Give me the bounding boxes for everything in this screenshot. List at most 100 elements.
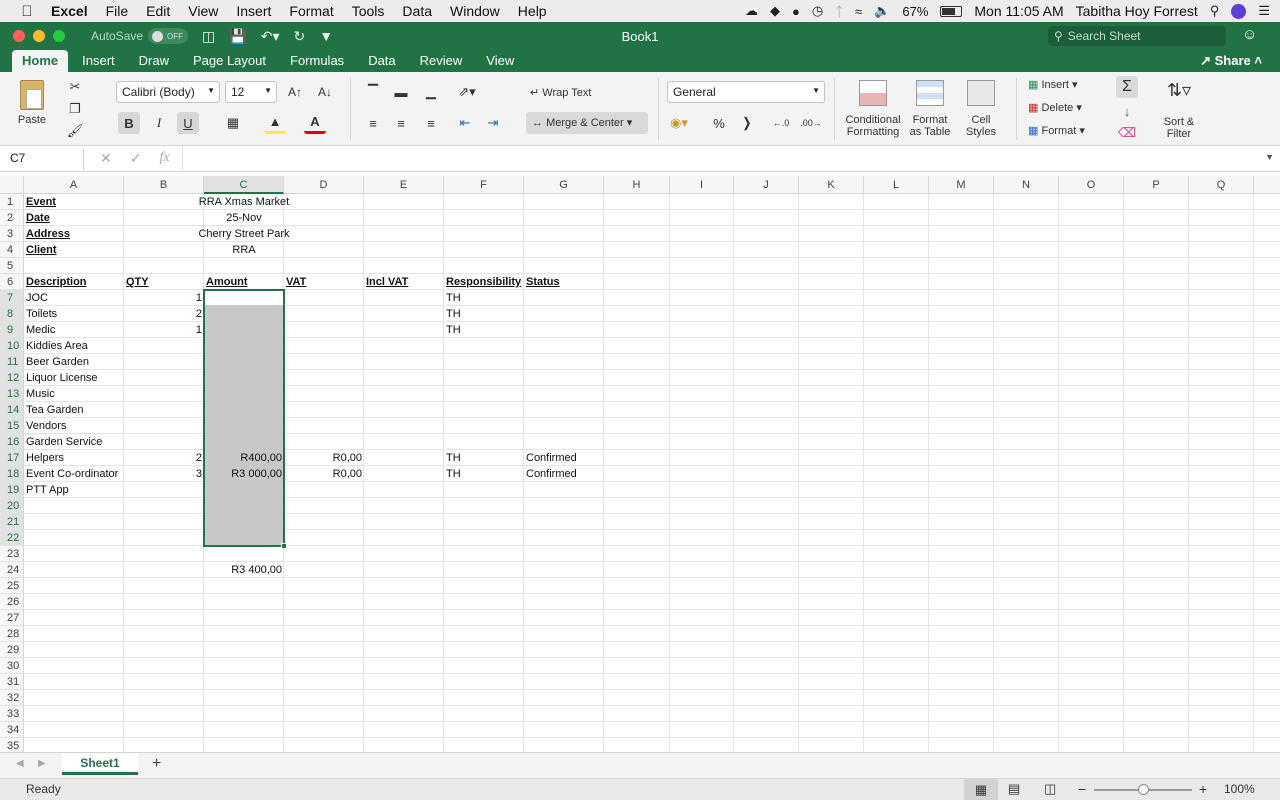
row-header-28[interactable]: 28 — [0, 626, 24, 642]
cell-f7[interactable]: TH — [444, 290, 524, 306]
column-header-i[interactable]: I — [670, 176, 734, 194]
cell-f16[interactable] — [444, 434, 524, 450]
cell-b9[interactable]: 1 — [124, 322, 204, 338]
fill-icon[interactable]: ↓ — [1116, 100, 1138, 122]
battery-icon[interactable] — [940, 5, 963, 17]
cell-a15[interactable]: Vendors — [24, 418, 124, 434]
name-box[interactable]: C7 — [4, 148, 84, 170]
font-name-select[interactable]: Calibri (Body) ▼ — [116, 81, 220, 103]
row-header-14[interactable]: 14 — [0, 402, 24, 418]
page-layout-view-button[interactable]: ▤ — [1008, 781, 1020, 797]
cell-f17[interactable]: TH — [444, 450, 524, 466]
row-header-31[interactable]: 31 — [0, 674, 24, 690]
column-header-b[interactable]: B — [124, 176, 204, 194]
cell-g15[interactable] — [524, 418, 604, 434]
cell-a8[interactable]: Toilets — [24, 306, 124, 322]
cell-c8[interactable] — [204, 306, 284, 322]
cell-b7[interactable]: 1 — [124, 290, 204, 306]
clock[interactable]: Mon 11:05 AM — [974, 3, 1063, 19]
column-header-g[interactable]: G — [524, 176, 604, 194]
worksheet-grid[interactable]: ABCDEFGHIJKLMNOPQ 1 2 3 4 5 6 7 8 9 10 11 12 13 14 15 1… — [0, 172, 1280, 752]
row-header-1[interactable]: 1 — [0, 194, 24, 210]
cell-d7[interactable] — [284, 290, 364, 306]
align-right-icon[interactable]: ≡ — [420, 112, 442, 134]
zoom-window-button[interactable] — [53, 30, 65, 42]
cell-g7[interactable] — [524, 290, 604, 306]
row-header-3[interactable]: 3 — [0, 226, 24, 242]
cell-c10[interactable] — [204, 338, 284, 354]
row-header-32[interactable]: 32 — [0, 690, 24, 706]
user-name[interactable]: Tabitha Hoy Forrest — [1076, 3, 1198, 19]
cell-d10[interactable] — [284, 338, 364, 354]
insert-cells-button[interactable]: ▦ Insert ▾ — [1028, 78, 1078, 91]
zoom-level[interactable]: 100% — [1224, 782, 1255, 796]
notification-center-icon[interactable]: ☰ — [1258, 3, 1270, 19]
siri-icon[interactable] — [1231, 3, 1247, 19]
cell-b2-merged[interactable]: 25-Nov — [124, 210, 364, 226]
normal-view-button[interactable]: ▦ — [964, 779, 998, 800]
menu-app[interactable]: Excel — [42, 3, 97, 19]
cell-c13[interactable] — [204, 386, 284, 402]
conditional-formatting-button[interactable]: Conditional Formatting — [842, 80, 904, 138]
cell-a11[interactable]: Beer Garden — [24, 354, 124, 370]
menu-view[interactable]: View — [179, 3, 227, 19]
row-header-25[interactable]: 25 — [0, 578, 24, 594]
tab-data[interactable]: Data — [358, 50, 405, 72]
cell-g13[interactable] — [524, 386, 604, 402]
column-header-l[interactable]: L — [864, 176, 929, 194]
volume-icon[interactable]: 🔈 — [874, 3, 890, 19]
cell-a6[interactable]: Description — [24, 274, 124, 290]
sidebar-toggle-icon[interactable]: ◫ — [202, 28, 215, 45]
cloud-icon[interactable]: ☁ — [745, 3, 758, 19]
column-header-p[interactable]: P — [1124, 176, 1189, 194]
cell-a19[interactable]: PTT App — [24, 482, 124, 498]
cell-g11[interactable] — [524, 354, 604, 370]
cell-a12[interactable]: Liquor License — [24, 370, 124, 386]
cell-f10[interactable] — [444, 338, 524, 354]
cell-f18[interactable]: TH — [444, 466, 524, 482]
column-header-k[interactable]: K — [799, 176, 864, 194]
cell-a14[interactable]: Tea Garden — [24, 402, 124, 418]
align-left-icon[interactable]: ≡ — [362, 112, 384, 134]
column-header-e[interactable]: E — [364, 176, 444, 194]
cell-c9[interactable] — [204, 322, 284, 338]
column-header-a[interactable]: A — [24, 176, 124, 194]
cell-f14[interactable] — [444, 402, 524, 418]
insert-function-button[interactable]: fx — [159, 150, 169, 167]
cell-b13[interactable] — [124, 386, 204, 402]
row-header-17[interactable]: 17 — [0, 450, 24, 466]
cell-g17[interactable]: Confirmed — [524, 450, 604, 466]
page-break-view-button[interactable]: ◫ — [1044, 781, 1056, 797]
cell-c11[interactable] — [204, 354, 284, 370]
menu-help[interactable]: Help — [509, 3, 556, 19]
cell-b17[interactable]: 2 — [124, 450, 204, 466]
row-header-26[interactable]: 26 — [0, 594, 24, 610]
format-cells-button[interactable]: ▦ Format ▾ — [1028, 124, 1085, 137]
cell-g6[interactable]: Status — [524, 274, 604, 290]
cell-g18[interactable]: Confirmed — [524, 466, 604, 482]
add-sheet-button[interactable]: + — [152, 755, 161, 773]
cell-f9[interactable]: TH — [444, 322, 524, 338]
zoom-slider[interactable] — [1094, 784, 1192, 795]
menu-insert[interactable]: Insert — [227, 3, 280, 19]
column-header-d[interactable]: D — [284, 176, 364, 194]
row-header-29[interactable]: 29 — [0, 642, 24, 658]
cell-b12[interactable] — [124, 370, 204, 386]
paste-button[interactable]: Paste — [12, 80, 52, 126]
zoom-out-button[interactable]: − — [1078, 781, 1086, 797]
tab-draw[interactable]: Draw — [129, 50, 179, 72]
column-header-o[interactable]: O — [1059, 176, 1124, 194]
autosave-toggle[interactable]: OFF — [148, 28, 189, 44]
cell-d12[interactable] — [284, 370, 364, 386]
cell-e6[interactable]: Incl VAT — [364, 274, 444, 290]
cell-a13[interactable]: Music — [24, 386, 124, 402]
cell-a4[interactable]: Client — [24, 242, 124, 258]
row-header-11[interactable]: 11 — [0, 354, 24, 370]
column-header-h[interactable]: H — [604, 176, 670, 194]
cell-f11[interactable] — [444, 354, 524, 370]
menu-tools[interactable]: Tools — [343, 3, 394, 19]
next-sheet-icon[interactable]: ▶ — [38, 758, 46, 769]
redo-icon[interactable]: ↻ — [293, 28, 305, 45]
cell-a17[interactable]: Helpers — [24, 450, 124, 466]
column-header-f[interactable]: F — [444, 176, 524, 194]
